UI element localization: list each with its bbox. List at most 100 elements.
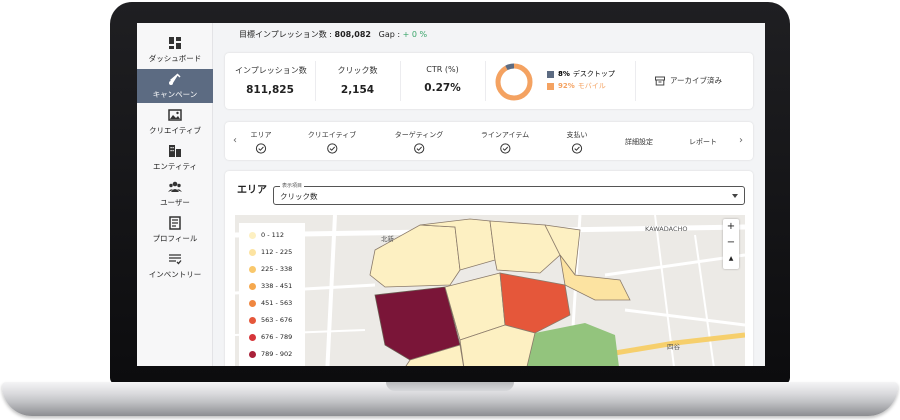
check-circle-icon xyxy=(413,143,425,154)
step-label: レポート xyxy=(689,138,717,146)
app-screen: ダッシュボード キャンペーン クリエイティブ エンティティ ユーザー プロフィー… xyxy=(137,23,765,366)
sidebar-item-campaign[interactable]: キャンペーン xyxy=(137,69,213,103)
sidebar-item-label: プロフィール xyxy=(152,234,198,243)
zoom-in-button[interactable]: + xyxy=(723,219,739,235)
step-area[interactable]: エリア xyxy=(251,130,272,154)
sidebar-item-profile[interactable]: プロフィール xyxy=(137,213,213,247)
steps-card: ‹ エリア クリエイティブ ターゲティング ラインアイテム 支払い 詳細設定 レ… xyxy=(225,122,753,160)
step-label: 支払い xyxy=(566,131,588,139)
device-donut-chart xyxy=(495,63,533,101)
check-circle-icon xyxy=(326,143,338,154)
sidebar-item-label: クリエイティブ xyxy=(149,126,201,135)
gap-value: + 0 % xyxy=(402,30,428,39)
area-card: エリア 表示項目 クリック数 0 - 112 112 - 225 225 - 3… xyxy=(225,171,753,366)
step-label: ターゲティング xyxy=(394,131,444,139)
step-line-item[interactable]: ラインアイテム xyxy=(481,130,529,154)
step-label: エリア xyxy=(250,131,272,139)
legend-swatch xyxy=(547,82,554,90)
legend-mobile: 92% モバイル xyxy=(547,81,606,91)
stat-ctr: CTR (%) 0.27% xyxy=(410,65,475,94)
step-targeting[interactable]: ターゲティング xyxy=(394,130,444,154)
step-payment[interactable]: 支払い xyxy=(567,130,588,154)
archive-status[interactable]: アーカイブ済み xyxy=(655,75,722,86)
divider xyxy=(485,61,486,101)
stat-label: CTR (%) xyxy=(426,65,459,74)
compass-icon[interactable]: ▲ xyxy=(723,251,739,267)
check-circle-icon xyxy=(255,143,267,154)
stats-card: インプレッション数 811,825 クリック数 2,154 CTR (%) 0.… xyxy=(225,53,753,109)
sidebar-item-creative[interactable]: クリエイティブ xyxy=(137,105,213,139)
divider xyxy=(400,61,401,101)
desktop-pct: 8% xyxy=(558,70,570,78)
laptop-notch xyxy=(386,382,514,391)
map-legend-item: 338 - 451 xyxy=(249,282,292,290)
sidebar-item-label: ダッシュボード xyxy=(148,54,202,63)
select-caption: 表示項目 xyxy=(280,182,305,189)
users-icon xyxy=(168,181,182,192)
chevron-down-icon xyxy=(732,194,738,198)
archive-label: アーカイブ済み xyxy=(670,76,723,85)
stat-clicks: クリック数 2,154 xyxy=(325,65,390,96)
stat-value: 811,825 xyxy=(246,84,294,96)
zoom-out-button[interactable]: − xyxy=(723,235,739,251)
check-circle-icon xyxy=(571,143,583,154)
map-label-yotsuya: 四谷 xyxy=(667,343,680,351)
legend-desktop: 8% デスクトップ xyxy=(547,69,615,79)
sidebar-item-label: ユーザー xyxy=(160,198,190,207)
legend-range: 563 - 676 xyxy=(261,316,293,324)
sidebar-item-label: エンティティ xyxy=(152,162,198,171)
sidebar-item-dashboard[interactable]: ダッシュボード xyxy=(137,33,213,67)
map-legend-item: 789 - 902 xyxy=(249,350,292,358)
step-advanced[interactable]: 詳細設定 xyxy=(625,137,653,147)
metric-select[interactable]: 表示項目 クリック数 xyxy=(273,182,745,205)
sidebar-item-users[interactable]: ユーザー xyxy=(137,177,213,211)
legend-range: 225 - 338 xyxy=(261,265,293,273)
map-legend-item: 563 - 676 xyxy=(249,316,292,324)
sidebar-item-entity[interactable]: エンティティ xyxy=(137,141,213,175)
legend-range: 338 - 451 xyxy=(261,282,293,290)
area-title: エリア xyxy=(237,185,267,196)
map-legend-item: 676 - 789 xyxy=(249,333,292,341)
legend-dot xyxy=(249,265,256,273)
step-label: 詳細設定 xyxy=(625,138,653,146)
main-content: 目標インプレッション数 : 808,082 Gap : + 0 % インプレッシ… xyxy=(213,23,765,366)
target-impressions: 目標インプレッション数 : 808,082 Gap : + 0 % xyxy=(239,29,427,40)
target-label: 目標インプレッション数 : xyxy=(239,30,332,39)
step-label: ラインアイテム xyxy=(480,131,530,139)
step-report[interactable]: レポート xyxy=(689,137,717,147)
sidebar: ダッシュボード キャンペーン クリエイティブ エンティティ ユーザー プロフィー… xyxy=(137,23,213,366)
map-legend: 0 - 112 112 - 225 225 - 338 338 - 451 451 - … xyxy=(239,223,305,366)
legend-dot xyxy=(249,316,256,324)
building-icon xyxy=(169,145,181,157)
stat-impressions: インプレッション数 811,825 xyxy=(235,65,307,96)
legend-swatch xyxy=(547,70,554,78)
stat-label: クリック数 xyxy=(337,66,378,75)
legend-range: 112 - 225 xyxy=(261,248,293,256)
target-value: 808,082 xyxy=(334,30,371,39)
divider xyxy=(635,61,636,101)
legend-dot xyxy=(249,248,256,256)
map-label-kitashin: 北新 xyxy=(381,235,394,243)
map-legend-item: 112 - 225 xyxy=(249,248,292,256)
sidebar-item-inventory[interactable]: インベントリー xyxy=(137,249,213,283)
chevron-right-icon[interactable]: › xyxy=(739,135,743,146)
stat-value: 0.27% xyxy=(424,82,461,94)
map-legend-item: 451 - 563 xyxy=(249,299,292,307)
donut-slice-mobile xyxy=(495,63,533,101)
step-label: クリエイティブ xyxy=(307,131,357,139)
legend-dot xyxy=(249,299,256,307)
area-map[interactable]: 0 - 112 112 - 225 225 - 338 338 - 451 451 - … xyxy=(235,215,745,366)
mobile-pct: 92% xyxy=(558,82,575,90)
divider xyxy=(315,61,316,101)
select-value: クリック数 xyxy=(280,192,318,201)
desktop-label: デスクトップ xyxy=(572,70,615,78)
sidebar-item-label: キャンペーン xyxy=(152,90,198,99)
legend-dot xyxy=(249,333,256,341)
list-icon xyxy=(169,254,182,265)
sidebar-item-label: インベントリー xyxy=(148,270,202,279)
chevron-left-icon[interactable]: ‹ xyxy=(233,135,237,146)
legend-dot xyxy=(249,282,256,290)
step-creative[interactable]: クリエイティブ xyxy=(308,130,356,154)
legend-dot xyxy=(249,231,256,239)
map-legend-item: 225 - 338 xyxy=(249,265,292,273)
